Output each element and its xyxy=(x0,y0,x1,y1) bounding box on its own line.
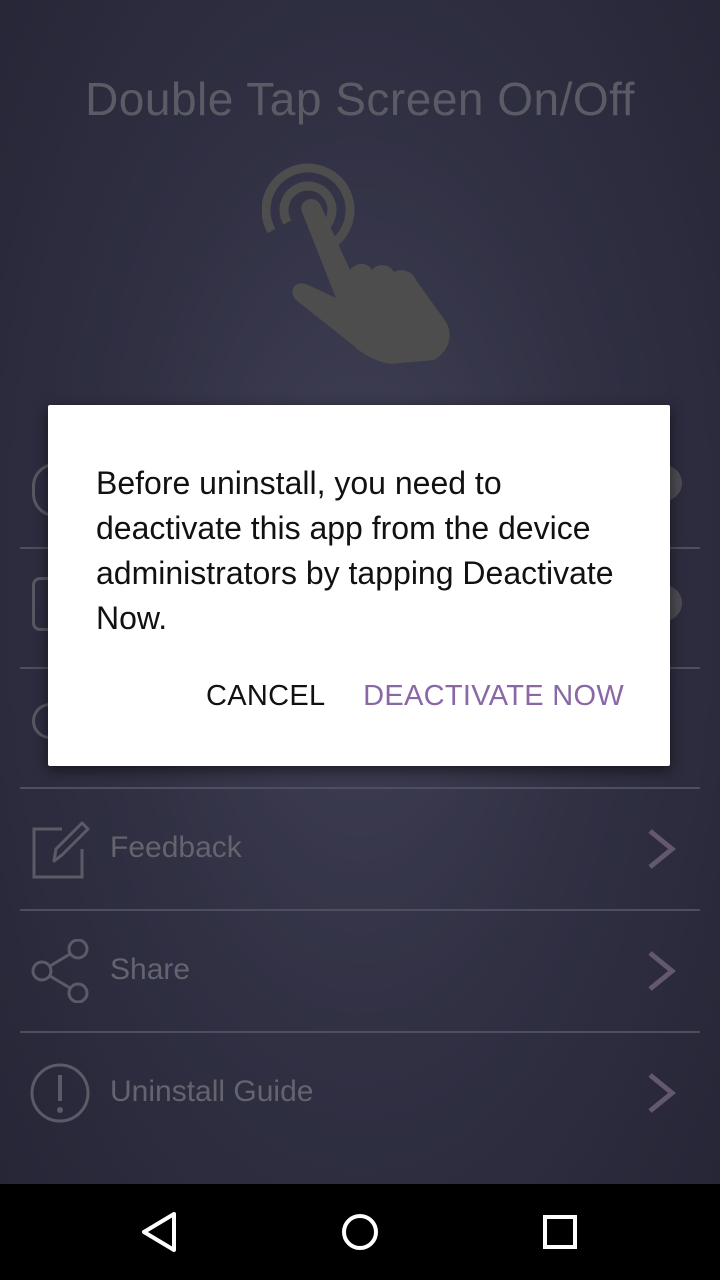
recents-icon[interactable] xyxy=(536,1208,584,1256)
uninstall-dialog: Before uninstall, you need to deactivate… xyxy=(48,405,670,766)
cancel-button[interactable]: CANCEL xyxy=(206,680,325,713)
back-icon[interactable] xyxy=(136,1208,184,1256)
deactivate-now-button[interactable]: DEACTIVATE NOW xyxy=(363,680,624,713)
home-icon[interactable] xyxy=(336,1208,384,1256)
app-screen: Double Tap Screen On/Off Feedback Share … xyxy=(0,0,720,1280)
navigation-bar xyxy=(0,1184,720,1280)
dialog-message: Before uninstall, you need to deactivate… xyxy=(96,465,614,636)
